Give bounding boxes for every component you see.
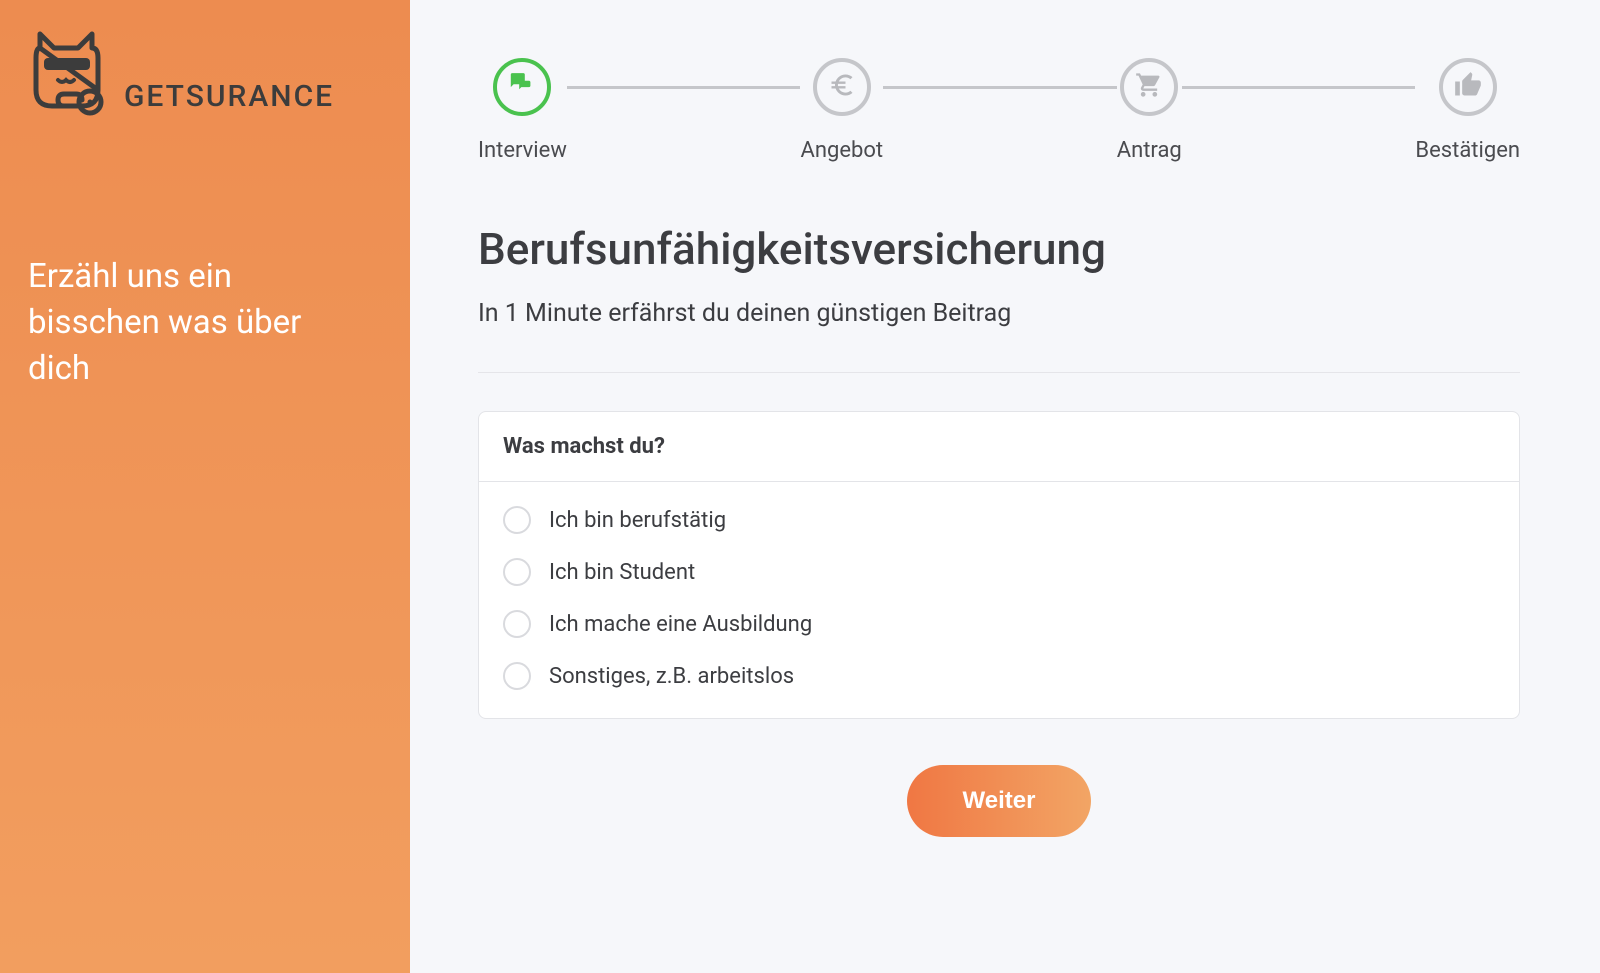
question-prompt: Was machst du?	[479, 412, 1519, 482]
thumbs-up-icon	[1454, 71, 1482, 103]
option-label: Sonstiges, z.B. arbeitslos	[549, 664, 794, 689]
step-connector	[1182, 86, 1416, 89]
step-interview[interactable]: Interview	[478, 58, 567, 163]
radio-icon	[503, 506, 531, 534]
step-label: Angebot	[800, 138, 883, 163]
radio-icon	[503, 610, 531, 638]
step-connector	[883, 86, 1117, 89]
next-button[interactable]: Weiter	[907, 765, 1092, 837]
step-label: Antrag	[1117, 138, 1182, 163]
brand-name: GETSURANCE	[124, 79, 334, 124]
question-card: Was machst du? Ich bin berufstätig Ich b…	[478, 411, 1520, 719]
option-label: Ich bin berufstätig	[549, 508, 726, 533]
stepper: Interview Angebot	[478, 58, 1520, 163]
chat-icon	[508, 71, 536, 103]
page-subtitle: In 1 Minute erfährst du deinen günstigen…	[478, 299, 1520, 328]
euro-icon	[828, 71, 856, 103]
step-antrag[interactable]: Antrag	[1117, 58, 1182, 163]
sidebar: GETSURANCE Erzähl uns ein bisschen was ü…	[0, 0, 410, 973]
options-list: Ich bin berufstätig Ich bin Student Ich …	[479, 482, 1519, 718]
cat-logo-icon	[28, 28, 110, 124]
sidebar-heading: Erzähl uns ein bisschen was über dich	[28, 254, 358, 393]
step-bestaetigen[interactable]: Bestätigen	[1415, 58, 1520, 163]
option-student[interactable]: Ich bin Student	[503, 546, 1495, 598]
cart-icon	[1135, 71, 1163, 103]
option-label: Ich bin Student	[549, 560, 695, 585]
option-sonstiges[interactable]: Sonstiges, z.B. arbeitslos	[503, 650, 1495, 702]
step-label: Bestätigen	[1415, 138, 1520, 163]
step-connector	[567, 86, 801, 89]
radio-icon	[503, 662, 531, 690]
option-ausbildung[interactable]: Ich mache eine Ausbildung	[503, 598, 1495, 650]
step-angebot[interactable]: Angebot	[800, 58, 883, 163]
option-berufstaetig[interactable]: Ich bin berufstätig	[503, 494, 1495, 546]
option-label: Ich mache eine Ausbildung	[549, 612, 812, 637]
main-content: Interview Angebot	[410, 0, 1600, 973]
section-divider	[478, 372, 1520, 373]
step-label: Interview	[478, 138, 567, 163]
page-title: Berufsunfähigkeitsversicherung	[478, 223, 1520, 275]
brand-logo: GETSURANCE	[28, 28, 382, 124]
radio-icon	[503, 558, 531, 586]
